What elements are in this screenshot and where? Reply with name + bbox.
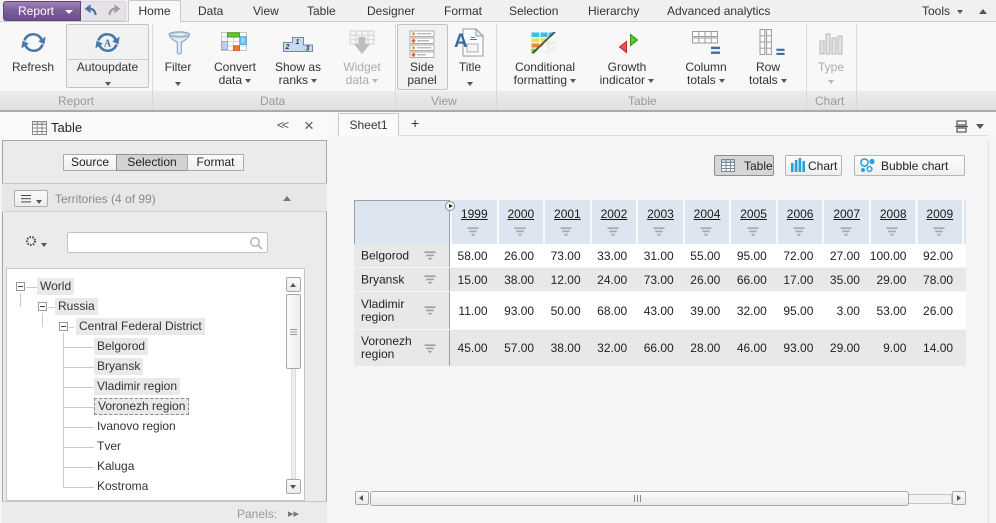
- svg-text:A: A: [104, 39, 112, 50]
- svg-text:2: 2: [285, 44, 290, 51]
- svg-text:A: A: [454, 31, 468, 52]
- svg-text:1: 1: [296, 39, 300, 46]
- svg-text:3: 3: [306, 46, 310, 53]
